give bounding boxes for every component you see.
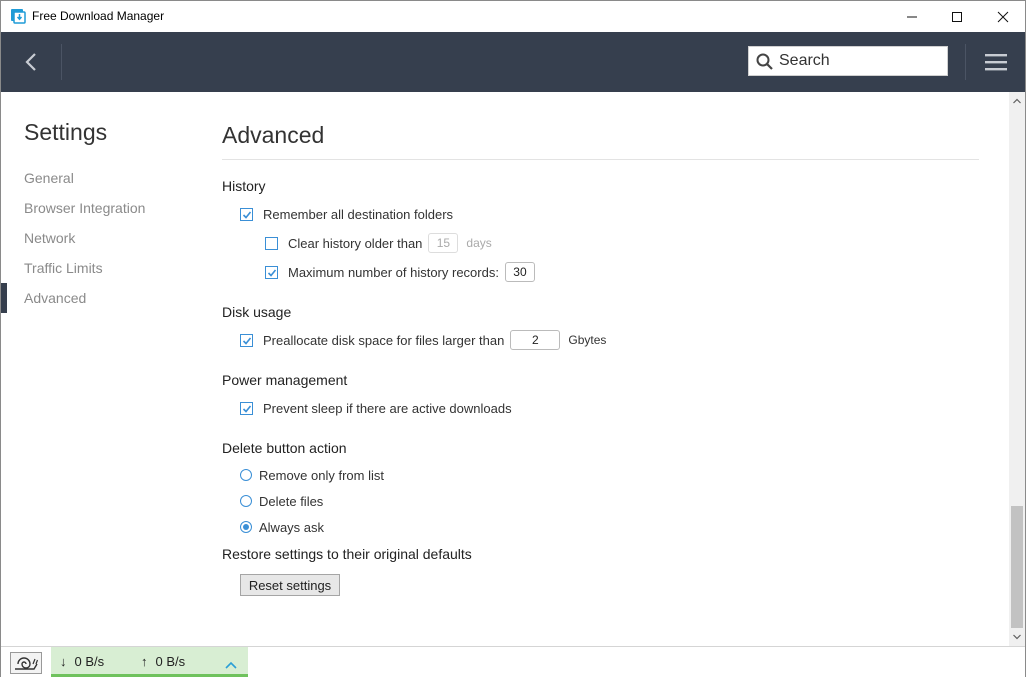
- checkmark-icon: [267, 268, 277, 277]
- header-separator: [965, 44, 966, 80]
- search-icon: [756, 53, 774, 76]
- delete-option-always-ask[interactable]: Always ask: [240, 517, 324, 537]
- delete-files-label: Delete files: [259, 493, 324, 509]
- app-window: Free Download Manager Search Settings Ge…: [0, 0, 1026, 677]
- clear-history-checkbox[interactable]: [265, 236, 278, 250]
- header-separator: [61, 44, 62, 80]
- sidebar-item-traffic-limits[interactable]: Traffic Limits: [1, 253, 201, 283]
- chevron-up-icon[interactable]: [225, 656, 237, 674]
- settings-content: Advanced History Remember all destinatio…: [201, 92, 1009, 646]
- sidebar-item-network[interactable]: Network: [1, 223, 201, 253]
- preallocate-label: Preallocate disk space for files larger …: [263, 332, 505, 348]
- upload-arrow-icon: ↑: [141, 654, 148, 669]
- page-title: Advanced: [222, 122, 325, 148]
- back-arrow-icon: [25, 53, 36, 71]
- snail-icon: [15, 657, 38, 670]
- checkmark-icon: [242, 404, 252, 413]
- sidebar-item-advanced[interactable]: Advanced: [1, 283, 201, 313]
- download-speed: ↓ 0 B/s: [60, 654, 104, 669]
- preallocate-checkbox[interactable]: [240, 333, 253, 347]
- remove-from-list-label: Remove only from list: [259, 467, 384, 483]
- main-menu-button[interactable]: [976, 46, 1016, 78]
- fdm-logo-icon: [10, 8, 26, 24]
- scroll-down-icon[interactable]: [1013, 633, 1021, 641]
- delete-action-section-title: Delete button action: [222, 440, 347, 456]
- clear-history-days-field[interactable]: [428, 233, 459, 253]
- app-header: [1, 32, 1025, 92]
- clear-history-unit: days: [466, 236, 492, 250]
- status-bar: ↓ 0 B/s ↑ 0 B/s: [1, 646, 1025, 677]
- delete-files-radio[interactable]: [240, 495, 252, 507]
- title-bar: Free Download Manager: [1, 1, 1025, 32]
- remove-from-list-radio[interactable]: [240, 469, 252, 481]
- close-button[interactable]: [980, 1, 1026, 32]
- history-section-title: History: [222, 178, 266, 194]
- remember-folders-label: Remember all destination folders: [263, 206, 454, 222]
- restore-section-title: Restore settings to their original defau…: [222, 546, 472, 562]
- preallocate-unit: Gbytes: [568, 333, 607, 347]
- preallocate-option[interactable]: Preallocate disk space for files larger …: [240, 330, 606, 350]
- scroll-up-icon[interactable]: [1013, 97, 1021, 105]
- prevent-sleep-checkbox[interactable]: [240, 401, 253, 415]
- minimize-button[interactable]: [889, 1, 935, 32]
- sidebar-item-general[interactable]: General: [1, 163, 201, 193]
- clear-history-option[interactable]: Clear history older than days: [265, 233, 492, 253]
- delete-option-delete-files[interactable]: Delete files: [240, 491, 323, 511]
- download-speed-value: 0 B/s: [74, 654, 105, 669]
- settings-sidebar: Settings General Browser Integration Net…: [1, 92, 201, 646]
- close-icon: [997, 11, 1009, 22]
- delete-option-remove-from-list[interactable]: Remove only from list: [240, 465, 384, 485]
- snail-mode-button[interactable]: [10, 652, 42, 674]
- window-title: Free Download Manager: [32, 9, 165, 23]
- max-history-checkbox[interactable]: [265, 265, 278, 279]
- minimize-icon: [907, 16, 917, 17]
- upload-speed-value: 0 B/s: [155, 654, 186, 669]
- disk-usage-section-title: Disk usage: [222, 304, 292, 320]
- prevent-sleep-label: Prevent sleep if there are active downlo…: [263, 400, 512, 416]
- always-ask-label: Always ask: [259, 519, 325, 535]
- speed-panel[interactable]: ↓ 0 B/s ↑ 0 B/s: [51, 647, 248, 677]
- sidebar-item-browser-integration[interactable]: Browser Integration: [1, 193, 201, 223]
- maximize-button[interactable]: [934, 1, 980, 32]
- remember-folders-checkbox[interactable]: [240, 207, 253, 221]
- preallocate-size-field[interactable]: [510, 330, 561, 350]
- search-input[interactable]: [779, 51, 939, 71]
- vertical-scrollbar[interactable]: [1009, 92, 1025, 646]
- max-history-label: Maximum number of history records:: [288, 264, 499, 280]
- heading-divider: [222, 159, 979, 160]
- maximize-icon: [952, 11, 962, 22]
- max-history-option[interactable]: Maximum number of history records:: [265, 262, 535, 282]
- checkmark-icon: [242, 210, 252, 219]
- hamburger-menu-icon: [985, 54, 1007, 71]
- prevent-sleep-option[interactable]: Prevent sleep if there are active downlo…: [240, 398, 512, 418]
- clear-history-label: Clear history older than: [288, 235, 423, 251]
- max-history-records-field[interactable]: [504, 262, 535, 282]
- sidebar-title: Settings: [24, 119, 108, 145]
- power-section-title: Power management: [222, 372, 348, 388]
- always-ask-radio[interactable]: [240, 521, 252, 533]
- scrollbar-thumb[interactable]: [1011, 506, 1023, 628]
- search-box[interactable]: [748, 46, 948, 76]
- back-button[interactable]: [1, 32, 61, 92]
- remember-folders-option[interactable]: Remember all destination folders: [240, 204, 453, 224]
- checkmark-icon: [242, 336, 252, 345]
- download-arrow-icon: ↓: [60, 654, 67, 669]
- reset-settings-button[interactable]: Reset settings: [240, 574, 340, 596]
- upload-speed: ↑ 0 B/s: [141, 654, 185, 669]
